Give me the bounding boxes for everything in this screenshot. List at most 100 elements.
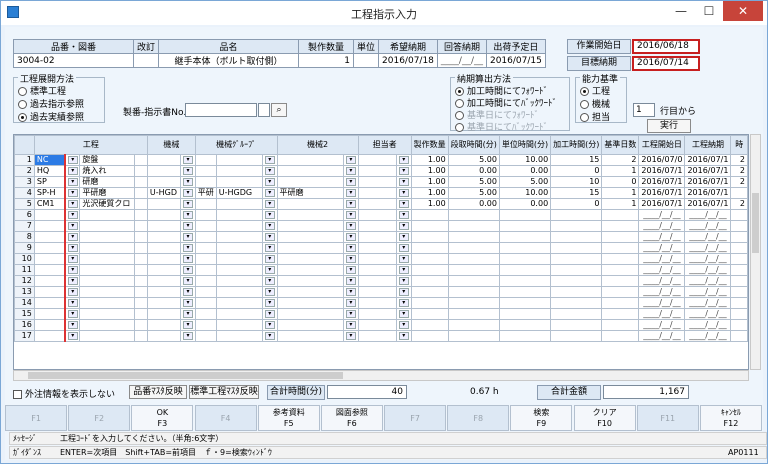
picker-button[interactable]: ▾ [64,308,81,320]
start-date-cell[interactable]: ____/__/__ [638,242,686,254]
machine-cell[interactable] [146,231,182,243]
qty-cell[interactable] [410,319,449,331]
picker-button[interactable]: ▾ [262,231,278,243]
unit-time-cell[interactable] [498,286,552,298]
picker-button[interactable]: ▾ [343,176,359,188]
scroll-thumb[interactable] [28,372,343,379]
machine-cell[interactable] [146,165,182,177]
unit-time-cell[interactable] [498,264,552,276]
process-code-cell[interactable] [33,264,67,276]
picker-button[interactable]: ▾ [262,176,278,188]
setup-time-cell[interactable] [447,308,500,320]
table-row[interactable]: 5 CM1 ▾ 光沢硬質クロ ▾ ▾ ▾ ▾ 1.00 0.00 0.00 0 1 2016/07/1 20… [14,198,748,210]
due-date-cell[interactable]: 2016/07/1 [684,187,732,199]
picker-button[interactable]: ▾ [64,231,81,243]
base-days-cell[interactable] [601,275,640,287]
qty-cell[interactable]: 1.00 [410,165,449,177]
picker-button[interactable]: ▾ [180,264,196,276]
picker-button[interactable]: ▾ [180,165,196,177]
due-date-cell[interactable]: ____/__/__ [684,220,732,232]
picker-button[interactable]: ▾ [262,275,278,287]
process-code-cell[interactable] [33,308,67,320]
picker-button[interactable]: ▾ [64,264,81,276]
machine2-cell[interactable] [276,275,345,287]
machine-group-cell[interactable] [215,231,264,243]
picker-button[interactable]: ▾ [395,187,412,199]
setup-time-cell[interactable] [447,209,500,221]
machine-cell[interactable] [146,253,182,265]
picker-button[interactable]: ▾ [262,253,278,265]
picker-button[interactable]: ▾ [262,154,278,166]
unit-time-cell[interactable] [498,308,552,320]
picker-button[interactable]: ▾ [180,198,196,210]
staff-cell[interactable] [357,264,397,276]
picker-button[interactable]: ▾ [343,319,359,331]
picker-button[interactable]: ▾ [180,154,196,166]
fkey-f6[interactable]: 図面参照 F6 [320,405,383,431]
capacity-option-staff[interactable]: 担当 [580,110,610,123]
picker-button[interactable]: ▾ [262,198,278,210]
unit-time-cell[interactable] [498,242,552,254]
machine-group-cell[interactable] [215,286,264,298]
process-code-cell[interactable] [33,286,67,298]
staff-cell[interactable] [357,297,397,309]
machine2-cell[interactable] [276,198,345,210]
machine2-cell[interactable] [276,209,345,221]
unit-time-cell[interactable] [498,297,552,309]
process-code-cell[interactable] [33,231,67,243]
std-master-button[interactable]: 標準工程ﾏｽﾀ反映 [189,385,259,399]
picker-button[interactable]: ▾ [343,264,359,276]
staff-cell[interactable] [357,308,397,320]
start-date-cell[interactable]: 2016/07/1 [638,165,686,177]
qty-cell[interactable]: 1.00 [410,154,449,166]
picker-button[interactable]: ▾ [262,264,278,276]
picker-button[interactable]: ▾ [64,319,81,331]
base-days-cell[interactable] [601,297,640,309]
qty-cell[interactable] [410,330,449,342]
due-date-cell[interactable]: ____/__/__ [684,242,732,254]
picker-button[interactable]: ▾ [343,308,359,320]
picker-button[interactable]: ▾ [343,209,359,221]
outside-info-checkbox[interactable]: 外注情報を表示しない [13,387,115,400]
due-date-cell[interactable]: ____/__/__ [684,275,732,287]
unit-time-cell[interactable] [498,275,552,287]
start-date-cell[interactable]: 2016/07/1 [638,198,686,210]
staff-cell[interactable] [357,286,397,298]
machine-group-cell[interactable]: U-HGDG [215,187,264,199]
start-date-input[interactable]: 2016/06/18 [632,39,700,54]
staff-cell[interactable] [357,242,397,254]
picker-button[interactable]: ▾ [395,319,412,331]
qty-cell[interactable] [410,220,449,232]
machine-cell[interactable] [146,286,182,298]
staff-cell[interactable] [357,220,397,232]
qty-cell[interactable]: 1.00 [410,176,449,188]
picker-button[interactable]: ▾ [395,220,412,232]
start-date-cell[interactable]: ____/__/__ [638,264,686,276]
machine-group-cell[interactable] [215,209,264,221]
base-days-cell[interactable] [601,253,640,265]
table-row[interactable]: 6 ▾ ▾ ▾ ▾ ▾ ____/__/__ ____/__/__ [14,209,748,221]
picker-button[interactable]: ▾ [343,154,359,166]
qty-cell[interactable] [410,209,449,221]
due-date-cell[interactable]: 2016/07/1 [684,198,732,210]
machine-cell[interactable] [146,319,182,331]
table-row[interactable]: 2 HQ ▾ 焼入れ ▾ ▾ ▾ ▾ 1.00 0.00 0.00 0 1 2016/07/1 2016/0… [14,165,748,177]
expand-option-past-actual[interactable]: 過去実績参照 [18,110,84,123]
base-days-cell[interactable]: 1 [601,187,640,199]
picker-button[interactable]: ▾ [343,253,359,265]
ans-date-field[interactable]: ____/__/__ [436,53,487,68]
picker-button[interactable]: ▾ [395,198,412,210]
picker-button[interactable]: ▾ [343,231,359,243]
setup-time-cell[interactable]: 5.00 [447,154,500,166]
staff-cell[interactable] [357,209,397,221]
picker-button[interactable]: ▾ [343,198,359,210]
picker-button[interactable]: ▾ [262,242,278,254]
picker-button[interactable]: ▾ [64,154,81,166]
unit-time-cell[interactable]: 10.00 [498,154,552,166]
staff-cell[interactable] [357,154,397,166]
machine-group-cell[interactable] [215,330,264,342]
staff-cell[interactable] [357,187,397,199]
process-code-cell[interactable]: SP [33,176,67,188]
machine-group-cell[interactable] [215,297,264,309]
exec-button[interactable]: 実行 [647,119,691,133]
